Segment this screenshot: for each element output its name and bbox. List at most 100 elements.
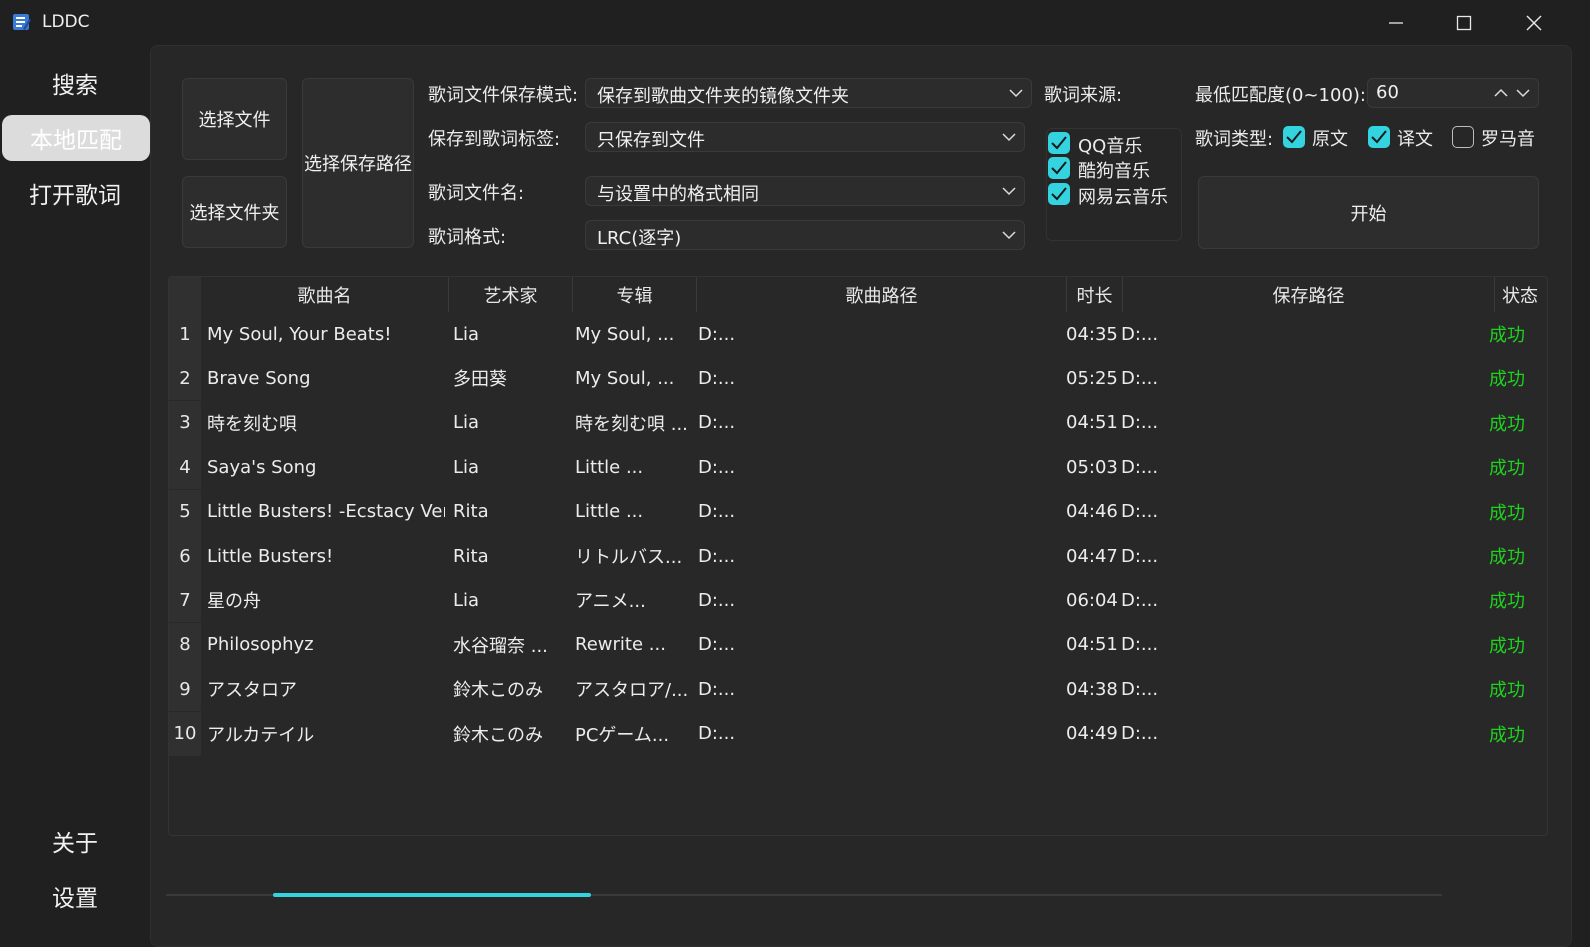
- row-number: 5: [169, 489, 201, 534]
- table-corner: [169, 277, 201, 312]
- original-label: 原文: [1312, 129, 1348, 150]
- select-folder-button[interactable]: 选择文件夹: [182, 176, 287, 248]
- save-mode-value: 保存到歌曲文件夹的镜像文件夹: [597, 86, 849, 107]
- title-bar: LDDC: [0, 0, 1590, 46]
- row-number: 4: [169, 445, 201, 490]
- sidebar-item-label: 设置: [52, 886, 98, 912]
- cell-save: D:...: [1121, 545, 1159, 567]
- close-button[interactable]: [1500, 0, 1568, 46]
- cell-save: D:...: [1121, 323, 1159, 345]
- table-row[interactable]: 9 アスタロア 鈴木このみ アスタロア/... D:... 04:38 D:... 成功: [169, 667, 1547, 712]
- save-mode-select[interactable]: 保存到歌曲文件夹的镜像文件夹: [585, 78, 1032, 108]
- header-album[interactable]: 专辑: [573, 277, 697, 312]
- table-row[interactable]: 2 Brave Song 多田葵 My Soul, ... D:... 05:25 D:..…: [169, 356, 1547, 401]
- cell-artist: Lia: [453, 589, 480, 611]
- header-song-path[interactable]: 歌曲路径: [697, 277, 1067, 312]
- table-row[interactable]: 8 Philosophyz 水谷瑠奈 ... Rewrite ... D:... 04:5…: [169, 622, 1547, 667]
- cell-song: Brave Song: [207, 367, 311, 389]
- save-tag-label: 保存到歌词标签:: [428, 129, 561, 150]
- table-row[interactable]: 7 星の舟 Lia アニメ... D:... 06:04 D:... 成功: [169, 578, 1547, 623]
- min-match-spinbox[interactable]: 60: [1367, 78, 1539, 108]
- sidebar-item-label: 关于: [52, 831, 98, 857]
- sidebar-item-about[interactable]: 关于: [0, 818, 150, 864]
- table-row[interactable]: 1 My Soul, Your Beats! Lia My Soul, ... D:..…: [169, 312, 1547, 356]
- maximize-button[interactable]: [1430, 0, 1498, 46]
- select-file-button[interactable]: 选择文件: [182, 78, 287, 160]
- cell-path: D:...: [698, 501, 736, 523]
- cell-album: アニメ...: [575, 591, 646, 613]
- header-save-path[interactable]: 保存路径: [1123, 277, 1495, 312]
- translation-label: 译文: [1397, 129, 1433, 150]
- cell-album: リトルバス...: [575, 547, 683, 568]
- table-row[interactable]: 6 Little Busters! Rita リトルバス... D:... 04:47 D:…: [169, 534, 1547, 578]
- cell-song: アルカテイル: [207, 724, 315, 746]
- romaji-checkbox[interactable]: [1452, 126, 1474, 148]
- cell-album: 時を刻む唄 ...: [575, 413, 688, 435]
- header-status[interactable]: 状态: [1495, 277, 1545, 312]
- cell-path: D:...: [698, 678, 736, 700]
- filename-select[interactable]: 与设置中的格式相同: [585, 176, 1025, 206]
- translation-checkbox[interactable]: [1368, 126, 1390, 148]
- chevron-up-icon[interactable]: [1494, 87, 1508, 99]
- cell-status: 成功: [1489, 547, 1525, 568]
- cell-song: Little Busters!: [207, 545, 334, 567]
- check-icon: [1051, 187, 1067, 201]
- cell-song: My Soul, Your Beats!: [207, 323, 392, 345]
- start-button[interactable]: 开始: [1198, 176, 1539, 249]
- row-number: 10: [169, 711, 201, 756]
- original-checkbox[interactable]: [1283, 126, 1305, 148]
- maximize-icon: [1456, 15, 1472, 31]
- chevron-down-icon: [1002, 187, 1016, 196]
- table-row[interactable]: 4 Saya's Song Lia Little ... D:... 05:03 D:...…: [169, 445, 1547, 490]
- filename-label: 歌词文件名:: [428, 183, 525, 204]
- cell-path: D:...: [698, 634, 736, 656]
- select-save-path-button[interactable]: 选择保存路径: [302, 78, 414, 248]
- chevron-down-icon: [1009, 89, 1023, 98]
- header-duration[interactable]: 时长: [1067, 277, 1123, 312]
- sidebar-item-settings[interactable]: 设置: [0, 873, 150, 919]
- chevron-down-icon: [1002, 133, 1016, 142]
- cell-album: アスタロア/...: [575, 680, 689, 702]
- kugou-music-checkbox[interactable]: [1048, 157, 1070, 179]
- cell-save: D:...: [1121, 634, 1159, 656]
- table-row[interactable]: 10 アルカテイル 鈴木このみ PCゲーム... D:... 04:49 D:... 成功: [169, 711, 1547, 756]
- cell-save: D:...: [1121, 456, 1159, 478]
- row-number: 6: [169, 534, 201, 578]
- cell-save: D:...: [1121, 367, 1159, 389]
- kugou-music-label: 酷狗音乐: [1078, 161, 1150, 182]
- cell-artist: 鈴木このみ: [453, 680, 543, 702]
- header-song[interactable]: 歌曲名: [201, 277, 449, 312]
- sidebar-item-search[interactable]: 搜索: [0, 60, 150, 106]
- cell-save: D:...: [1121, 723, 1159, 745]
- lyric-type-label: 歌词类型:: [1195, 129, 1274, 150]
- header-artist[interactable]: 艺术家: [449, 277, 573, 312]
- row-number: 7: [169, 578, 201, 623]
- cell-artist: 鈴木このみ: [453, 724, 543, 746]
- table-row[interactable]: 3 時を刻む唄 Lia 時を刻む唄 ... D:... 04:51 D:... 成功: [169, 400, 1547, 445]
- row-number: 9: [169, 667, 201, 712]
- save-tag-select[interactable]: 只保存到文件: [585, 122, 1025, 152]
- sidebar-item-open-lyrics[interactable]: 打开歌词: [0, 170, 150, 216]
- row-number: 1: [169, 312, 201, 356]
- cell-save: D:...: [1121, 501, 1159, 523]
- check-icon: [1286, 130, 1302, 144]
- minimize-button[interactable]: [1362, 0, 1430, 46]
- qq-music-checkbox[interactable]: [1048, 132, 1070, 154]
- format-select[interactable]: LRC(逐字): [585, 220, 1025, 250]
- cell-duration: 06:04: [1066, 589, 1118, 611]
- format-value: LRC(逐字): [597, 228, 682, 249]
- check-icon: [1051, 136, 1067, 150]
- cell-status: 成功: [1489, 413, 1525, 435]
- cell-duration: 04:38: [1066, 678, 1118, 700]
- chevron-down-icon[interactable]: [1516, 87, 1530, 99]
- cell-album: Rewrite ...: [575, 634, 666, 656]
- close-icon: [1526, 15, 1542, 31]
- sidebar-item-local-match[interactable]: 本地匹配: [2, 115, 150, 161]
- cell-path: D:...: [698, 723, 736, 745]
- min-match-value: 60: [1376, 82, 1399, 103]
- table-row[interactable]: 5 Little Busters! -Ecstacy Ver.- Rita Littl…: [169, 489, 1547, 534]
- source-label: 歌词来源:: [1044, 85, 1123, 106]
- cell-duration: 04:51: [1066, 634, 1118, 656]
- netease-music-checkbox[interactable]: [1048, 183, 1070, 205]
- save-tag-value: 只保存到文件: [597, 130, 705, 151]
